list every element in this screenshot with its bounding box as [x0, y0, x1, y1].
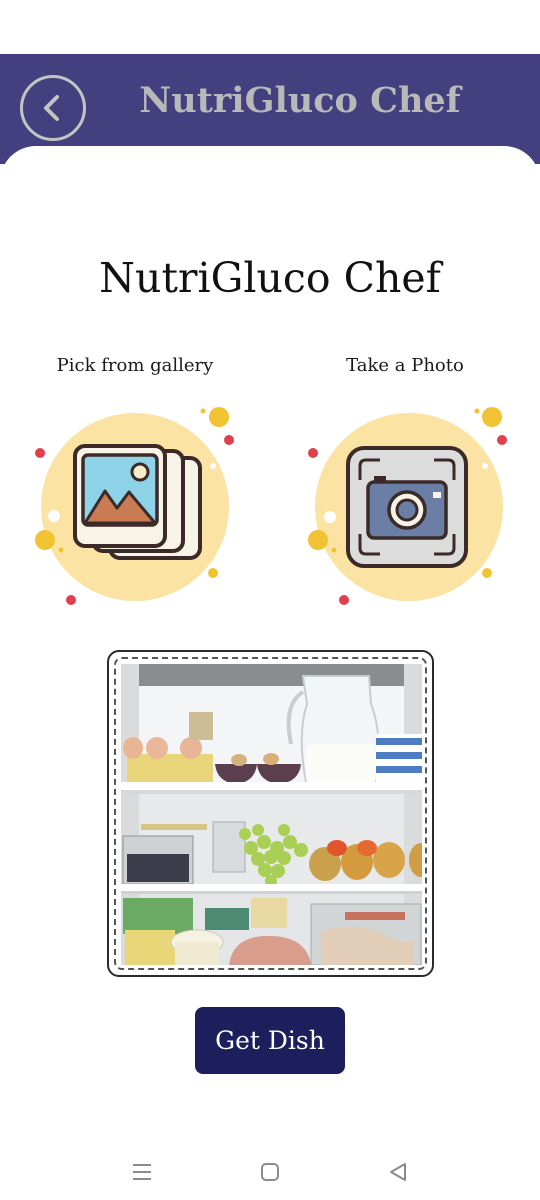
menu-icon	[133, 1164, 151, 1180]
gallery-option-label: Pick from gallery	[56, 355, 214, 376]
menu-nav-button[interactable]	[124, 1154, 160, 1190]
back-button[interactable]	[20, 75, 86, 141]
status-bar	[0, 0, 540, 54]
preview-image-frame	[107, 650, 434, 977]
app-bar-title: NutriGluco Chef	[139, 80, 461, 121]
camera-icon	[308, 407, 507, 605]
get-dish-button[interactable]: Get Dish	[195, 1007, 345, 1074]
home-nav-button[interactable]	[252, 1154, 288, 1190]
take-photo-button[interactable]	[297, 400, 527, 615]
pick-gallery-button[interactable]	[25, 400, 255, 615]
back-triangle-icon	[390, 1163, 406, 1181]
gallery-stack-icon	[35, 407, 234, 605]
chevron-left-icon	[44, 95, 59, 121]
back-nav-button[interactable]	[380, 1154, 416, 1190]
fridge-photo	[121, 664, 422, 965]
page-title: NutriGluco Chef	[99, 254, 441, 302]
photo-option-label: Take a Photo	[346, 355, 464, 376]
system-nav-bar	[0, 1146, 540, 1200]
home-icon	[261, 1163, 279, 1181]
